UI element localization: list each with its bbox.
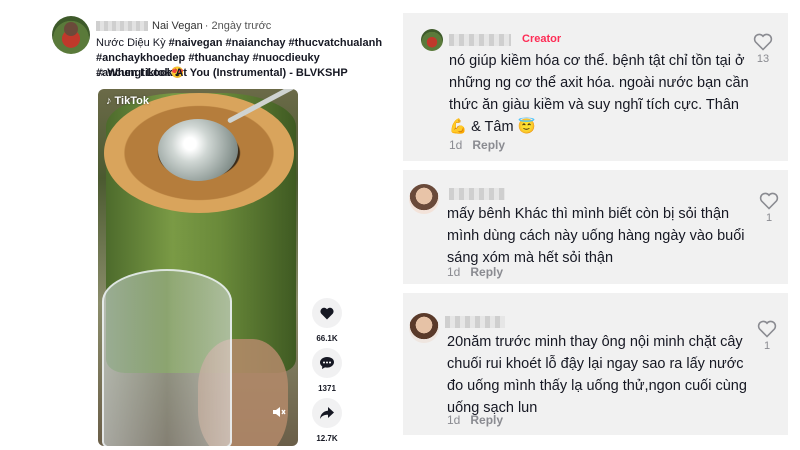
music-title[interactable]: When I Look At You (Instrumental) - BLVK… bbox=[107, 67, 347, 79]
comment-like[interactable]: 1 bbox=[757, 320, 777, 352]
comment-like-count: 13 bbox=[756, 53, 770, 65]
author-avatar[interactable] bbox=[52, 16, 90, 54]
comment-card: 20năm trước minh thay ông nội minh chặt … bbox=[403, 293, 788, 435]
comment-age: 1d bbox=[447, 413, 461, 427]
avatar[interactable] bbox=[409, 313, 439, 343]
post-header: Nai Vegan · 2ngày trước bbox=[96, 20, 271, 32]
hashtag[interactable]: #naivegan bbox=[169, 37, 223, 49]
heart-outline-icon[interactable] bbox=[753, 33, 773, 51]
comment-like[interactable]: 1 bbox=[759, 192, 779, 224]
share-action[interactable]: 12.7K bbox=[312, 398, 342, 443]
heart-icon[interactable] bbox=[312, 298, 342, 328]
music-note-icon: ♫ bbox=[96, 67, 105, 79]
comment-text: mấy bênh Khác thì mình biết còn bị sỏi t… bbox=[447, 206, 745, 266]
reply-button[interactable]: Reply bbox=[470, 413, 503, 427]
mute-icon[interactable] bbox=[272, 405, 286, 422]
spoon bbox=[158, 119, 238, 181]
comment-count: 1371 bbox=[318, 384, 336, 393]
avatar[interactable] bbox=[409, 184, 439, 214]
comment-meta: 1d Reply bbox=[447, 413, 503, 427]
share-icon[interactable] bbox=[312, 398, 342, 428]
like-action[interactable]: 66.1K bbox=[312, 298, 342, 343]
hashtag[interactable]: #anchaykhoedep bbox=[96, 52, 185, 64]
hashtag[interactable]: #naianchay bbox=[226, 37, 286, 49]
tiktok-logo-text: TikTok bbox=[114, 95, 149, 107]
comment-action[interactable]: 1371 bbox=[312, 348, 342, 393]
creator-badge: Creator bbox=[522, 33, 562, 45]
comment-like[interactable]: 13 bbox=[753, 33, 773, 65]
comment-card: mấy bênh Khác thì mình biết còn bị sỏi t… bbox=[403, 170, 788, 284]
comment-meta: 1d Reply bbox=[447, 265, 503, 279]
caption-text: Nước Diệu Kỳ bbox=[96, 37, 169, 49]
comment-icon[interactable] bbox=[312, 348, 342, 378]
comment-like-count: 1 bbox=[763, 340, 771, 352]
hashtag[interactable]: #thucvatchualanh bbox=[289, 37, 383, 49]
blurred-username[interactable] bbox=[449, 34, 511, 46]
tiktok-post: Nai Vegan · 2ngày trước Nước Diệu Kỳ #na… bbox=[0, 0, 400, 450]
music-line[interactable]: ♫ When I Look At You (Instrumental) - BL… bbox=[96, 67, 348, 79]
hashtag[interactable]: #thuanchay bbox=[188, 52, 249, 64]
avatar[interactable] bbox=[421, 29, 443, 51]
tiktok-note-icon: ♪ bbox=[106, 95, 112, 107]
comment-age: 1d bbox=[449, 138, 463, 152]
comment-like-count: 1 bbox=[765, 212, 773, 224]
tiktok-watermark: ♪ TikTok bbox=[106, 95, 149, 107]
reply-button[interactable]: Reply bbox=[470, 265, 503, 279]
like-count: 66.1K bbox=[316, 334, 338, 343]
author-name[interactable]: Nai Vegan bbox=[152, 20, 203, 32]
comment-text: nó giúp kiềm hóa cơ thể. bệnh tật chỉ tồ… bbox=[449, 53, 749, 135]
hashtag[interactable]: #nuocdieuky bbox=[253, 52, 320, 64]
blurred-handle bbox=[96, 21, 148, 31]
blurred-username[interactable] bbox=[449, 188, 505, 200]
comment-age: 1d bbox=[447, 265, 461, 279]
share-count: 12.7K bbox=[316, 434, 338, 443]
video-player[interactable]: ♪ TikTok bbox=[98, 89, 298, 446]
comment-meta: 1d Reply bbox=[449, 138, 505, 152]
plastic-cup bbox=[102, 269, 232, 446]
post-time: · 2ngày trước bbox=[204, 20, 272, 32]
comment-text: 20năm trước minh thay ông nội minh chặt … bbox=[447, 334, 747, 416]
reply-button[interactable]: Reply bbox=[472, 138, 505, 152]
heart-outline-icon[interactable] bbox=[759, 192, 779, 210]
heart-outline-icon[interactable] bbox=[757, 320, 777, 338]
comment-card: Creator nó giúp kiềm hóa cơ thể. bệnh tậ… bbox=[403, 13, 788, 161]
blurred-username[interactable] bbox=[445, 316, 505, 328]
